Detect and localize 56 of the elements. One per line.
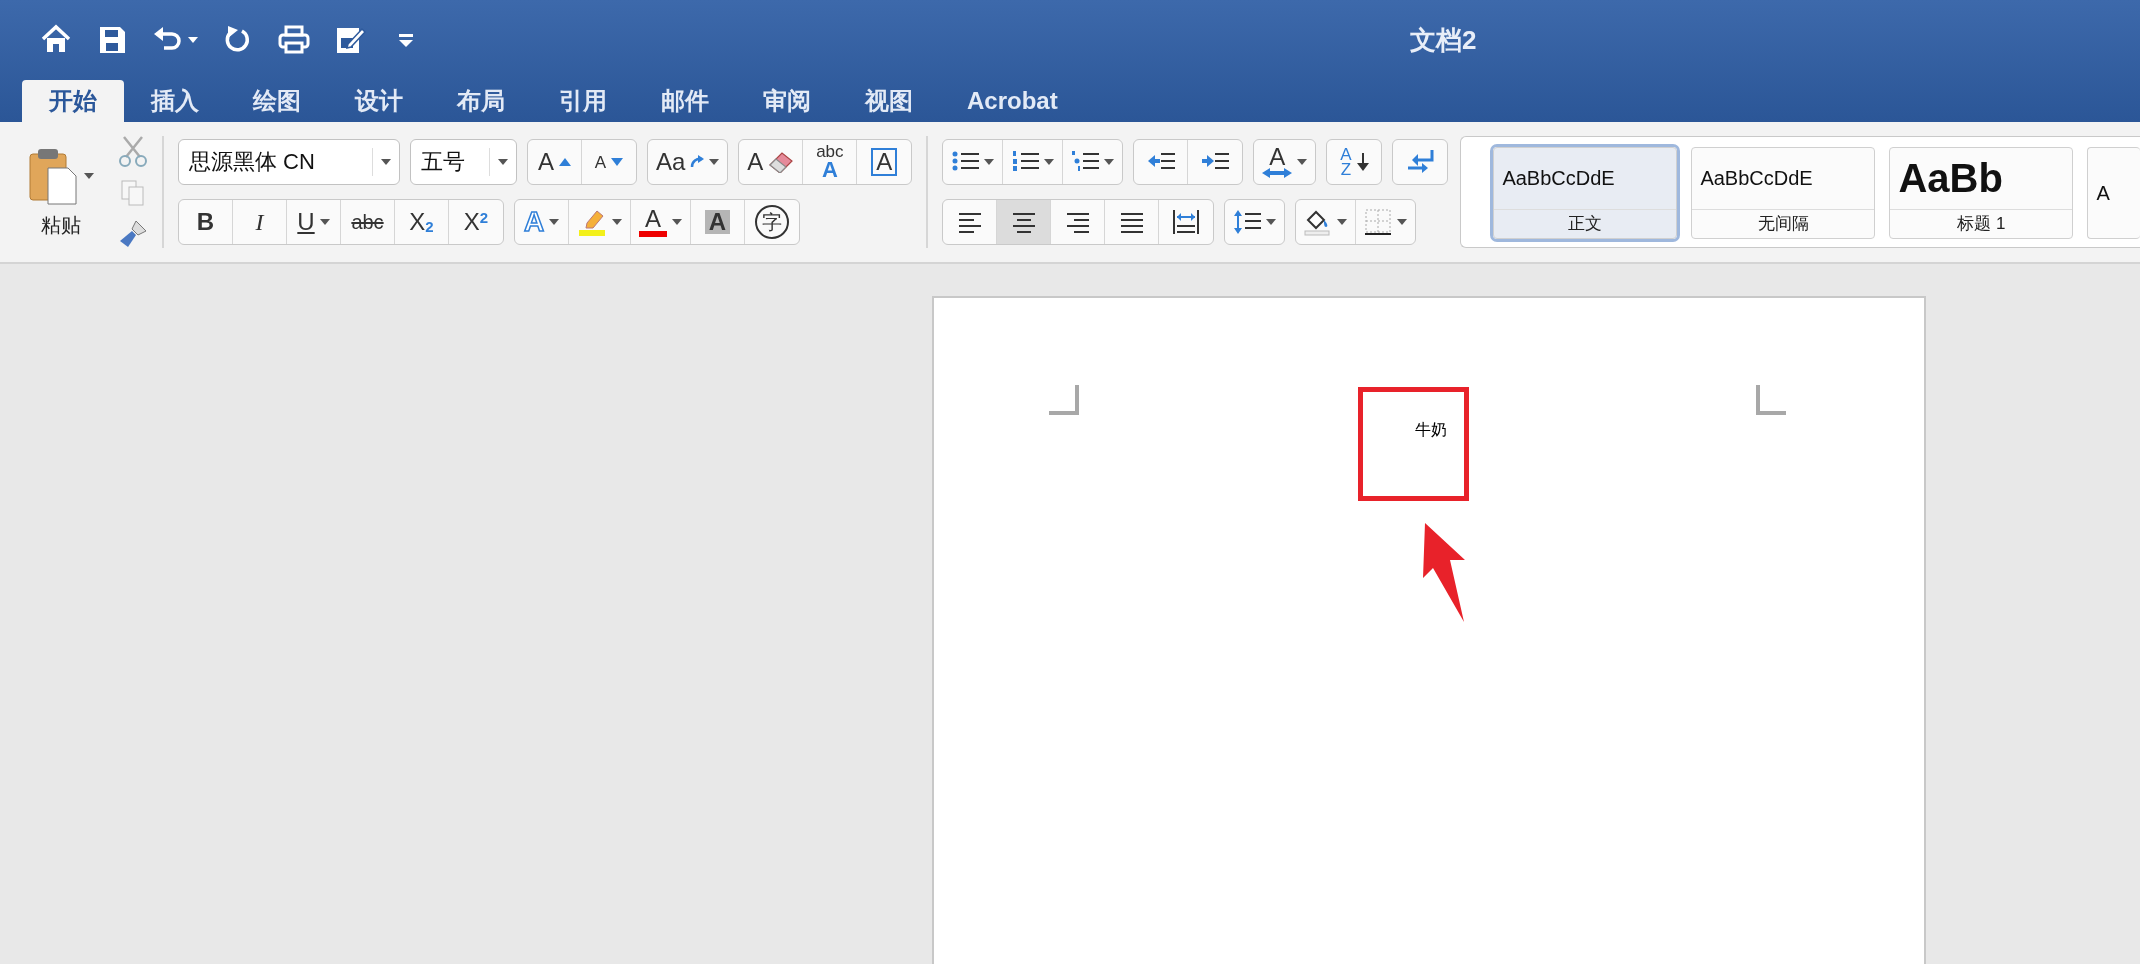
arrow-down-icon: [611, 158, 624, 166]
arrow-up-icon: [559, 158, 571, 166]
clear-button[interactable]: A: [739, 140, 804, 184]
shading-button[interactable]: A: [691, 200, 745, 244]
effects-button[interactable]: A: [515, 200, 569, 244]
grow-button[interactable]: A: [528, 140, 582, 184]
ribbon-tab[interactable]: 设计: [328, 80, 430, 122]
window-title: 文档2: [1410, 23, 1477, 57]
paste-button[interactable]: 粘贴: [22, 144, 100, 240]
sort-button[interactable]: A Z: [1327, 140, 1382, 184]
style-option[interactable]: AaBb 标题 1: [1889, 147, 2074, 239]
paintbrush-icon[interactable]: [118, 219, 148, 249]
caret-icon[interactable]: [188, 37, 198, 43]
phonetic-button[interactable]: abc A: [803, 140, 858, 184]
caret-icon: [381, 159, 391, 165]
document-text: 牛奶: [1415, 420, 1447, 440]
font-color-button[interactable]: A: [631, 200, 691, 244]
print-icon[interactable]: [278, 24, 310, 56]
curved-arrow-icon: [690, 155, 705, 169]
style-option[interactable]: AaBbCcDdE 无间隔: [1691, 147, 1876, 239]
eraser-icon: [768, 151, 795, 173]
enclose-button[interactable]: 字: [745, 200, 799, 244]
arrow-down-icon: [1356, 153, 1369, 171]
bold-button[interactable]: B: [179, 200, 233, 244]
margin-corner-mark: [1756, 385, 1786, 415]
ribbon-tab[interactable]: 邮件: [634, 80, 736, 122]
change-case-button[interactable]: Aa: [648, 140, 728, 184]
style-option[interactable]: A: [2087, 147, 2140, 239]
line-spacing-icon: [1233, 208, 1262, 236]
border-button[interactable]: A: [857, 140, 912, 184]
distributed-icon: [1172, 208, 1201, 236]
borders-icon: [1364, 208, 1393, 236]
ribbon-tab[interactable]: 审阅: [736, 80, 838, 122]
strike-button[interactable]: abc: [341, 200, 395, 244]
paragraph-direction-icon: [1406, 148, 1435, 176]
subscript-button[interactable]: X2: [395, 200, 449, 244]
caret-icon: [498, 159, 508, 165]
align-center-button[interactable]: [997, 200, 1052, 244]
ribbon-tab[interactable]: 视图: [838, 80, 940, 122]
shrink-button[interactable]: A: [582, 140, 636, 184]
italic-button[interactable]: I: [233, 200, 287, 244]
font-size-field[interactable]: 五号: [410, 139, 517, 185]
ribbon-tab[interactable]: 布局: [430, 80, 532, 122]
style-option[interactable]: AaBbCcDdE 正文: [1493, 147, 1678, 239]
font-family-field[interactable]: 思源黑体 CN: [178, 139, 400, 185]
double-arrow-icon: [1262, 167, 1293, 178]
fill-icon: [1304, 208, 1333, 236]
ribbon-tab[interactable]: Acrobat: [940, 80, 1085, 122]
ribbon-tab[interactable]: 插入: [124, 80, 226, 122]
underline-button[interactable]: U: [287, 200, 341, 244]
caret-icon: [84, 172, 94, 179]
margin-corner-mark: [1049, 385, 1079, 415]
ribbon-tab[interactable]: 开始: [22, 80, 124, 122]
ribbon-tab[interactable]: 绘图: [226, 80, 328, 122]
ribbon-tab[interactable]: 引用: [532, 80, 634, 122]
text-direction-button[interactable]: A: [1254, 140, 1316, 184]
